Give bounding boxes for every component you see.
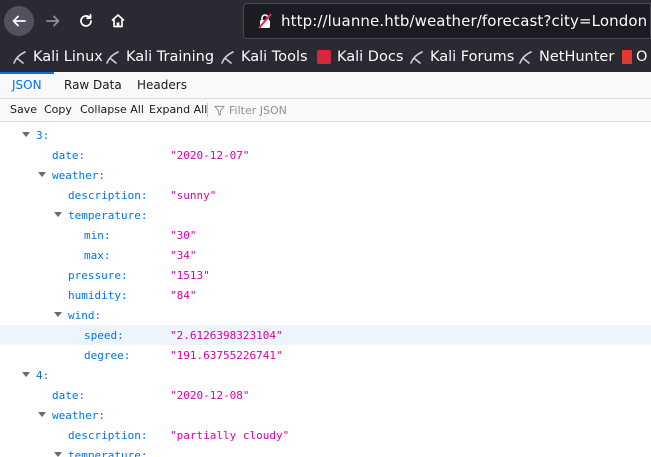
url-text[interactable]: http://luanne.htb/weather/forecast?city=… — [281, 12, 647, 30]
filter-json-input[interactable]: Filter JSON — [214, 99, 287, 121]
expand-toggle-icon[interactable] — [22, 132, 30, 137]
expand-toggle-icon[interactable] — [38, 172, 46, 177]
filter-icon — [214, 105, 225, 116]
tree-row[interactable]: date: "2020-12-07" — [0, 145, 651, 165]
home-icon — [111, 14, 125, 28]
json-tree: 3: date: "2020-12-07" weather: descripti… — [0, 122, 651, 457]
json-value: "2020-12-07" — [170, 149, 250, 162]
tree-row-hovered[interactable]: speed: "2.6126398323104" — [0, 325, 651, 345]
tree-row[interactable]: min: "30" — [0, 225, 651, 245]
kali-docs-icon — [317, 50, 331, 64]
forward-button[interactable] — [38, 6, 68, 36]
copy-button[interactable]: Copy — [44, 99, 72, 121]
navigation-toolbar: http://luanne.htb/weather/forecast?city=… — [0, 0, 651, 41]
json-key: min: — [84, 229, 111, 242]
arrow-right-icon — [46, 15, 60, 27]
json-key: temperature: — [68, 209, 148, 222]
bookmark-kali-tools[interactable]: Kali Tools — [221, 47, 308, 67]
reload-icon — [80, 13, 92, 27]
bookmark-label: Kali Tools — [241, 49, 308, 65]
expand-all-button[interactable]: Expand All — [149, 99, 207, 121]
json-viewer-tabs: JSON Raw Data Headers — [0, 72, 651, 99]
json-key: description: — [68, 189, 148, 202]
json-key: speed: — [84, 329, 124, 342]
json-value: "34" — [170, 249, 197, 262]
json-key: date: — [52, 149, 86, 162]
json-value: "30" — [170, 229, 197, 242]
bookmark-label: Kali Forums — [430, 49, 515, 65]
tree-row[interactable]: description: "sunny" — [0, 185, 651, 205]
kali-dragon-icon — [519, 50, 533, 64]
json-key: description: — [68, 429, 148, 442]
tree-row[interactable]: wind: — [0, 305, 651, 325]
address-bar[interactable]: http://luanne.htb/weather/forecast?city=… — [243, 3, 651, 39]
kali-dragon-icon — [106, 50, 120, 64]
json-key: 3: — [36, 129, 50, 142]
tree-row[interactable]: weather: — [0, 165, 651, 185]
json-value: "2.6126398323104" — [170, 329, 283, 342]
tab-raw-data[interactable]: Raw Data — [64, 72, 122, 98]
bookmark-label: NetHunter — [539, 49, 615, 65]
tree-row[interactable]: 4: — [0, 365, 651, 385]
kali-dragon-icon — [410, 50, 424, 64]
json-value: "sunny" — [170, 189, 217, 202]
bookmark-label: Kali Docs — [337, 49, 404, 65]
json-key: pressure: — [68, 269, 128, 282]
bookmark-label: Kali Training — [126, 49, 215, 65]
filter-placeholder: Filter JSON — [229, 103, 287, 117]
bookmarks-toolbar: Kali Linux Kali Training Kali Tools Kali… — [0, 41, 651, 72]
kali-dragon-icon — [13, 50, 27, 64]
bookmark-nethunter[interactable]: NetHunter — [519, 47, 614, 67]
home-button[interactable] — [103, 6, 133, 36]
bookmark-kali-linux[interactable]: Kali Linux — [13, 47, 103, 67]
json-key: max: — [84, 249, 111, 262]
json-value: "191.63755226741" — [170, 349, 283, 362]
tree-row[interactable]: humidity: "84" — [0, 285, 651, 305]
bookmark-label: Kali Linux — [33, 49, 103, 65]
arrow-left-icon — [12, 15, 26, 27]
reload-button[interactable] — [71, 6, 101, 36]
json-value: "2020-12-08" — [170, 389, 250, 402]
json-key: temperature: — [68, 449, 148, 457]
json-key: date: — [52, 389, 86, 402]
json-key: weather: — [52, 409, 105, 422]
back-button[interactable] — [4, 6, 34, 36]
bookmark-kali-forums[interactable]: Kali Forums — [410, 47, 514, 67]
tree-row[interactable]: pressure: "1513" — [0, 265, 651, 285]
bookmark-label: O — [636, 49, 648, 65]
bookmark-offsec[interactable]: O — [622, 47, 647, 67]
expand-toggle-icon[interactable] — [22, 372, 30, 377]
expand-toggle-icon[interactable] — [54, 212, 62, 217]
json-value: "84" — [170, 289, 197, 302]
tree-row[interactable]: temperature: — [0, 205, 651, 225]
bookmark-kali-docs[interactable]: Kali Docs — [317, 47, 403, 67]
tree-row[interactable]: temperature: — [0, 445, 651, 457]
json-key: humidity: — [68, 289, 128, 302]
bookmark-kali-training[interactable]: Kali Training — [106, 47, 214, 67]
expand-toggle-icon[interactable] — [38, 412, 46, 417]
json-key: weather: — [52, 169, 105, 182]
json-value: "1513" — [170, 269, 210, 282]
expand-toggle-icon[interactable] — [54, 452, 62, 457]
save-button[interactable]: Save — [10, 99, 37, 121]
json-value: "partially cloudy" — [170, 429, 290, 442]
json-key: 4: — [36, 369, 50, 382]
collapse-all-button[interactable]: Collapse All — [80, 99, 144, 121]
json-toolbar: Save Copy Collapse All Expand All Filter… — [0, 99, 651, 122]
tree-row[interactable]: max: "34" — [0, 245, 651, 265]
tree-row[interactable]: date: "2020-12-08" — [0, 385, 651, 405]
tree-row[interactable]: weather: — [0, 405, 651, 425]
tree-row[interactable]: description: "partially cloudy" — [0, 425, 651, 445]
expand-toggle-icon[interactable] — [54, 312, 62, 317]
offsec-icon — [622, 50, 632, 64]
json-key: wind: — [68, 309, 102, 322]
tab-headers[interactable]: Headers — [137, 72, 187, 98]
tree-row[interactable]: 3: — [0, 125, 651, 145]
json-key: degree: — [84, 349, 131, 362]
tree-row[interactable]: degree: "191.63755226741" — [0, 345, 651, 365]
kali-dragon-icon — [221, 50, 235, 64]
tab-json[interactable]: JSON — [12, 72, 42, 98]
insecure-connection-icon[interactable] — [257, 13, 273, 29]
toolbar-divider — [207, 103, 208, 117]
